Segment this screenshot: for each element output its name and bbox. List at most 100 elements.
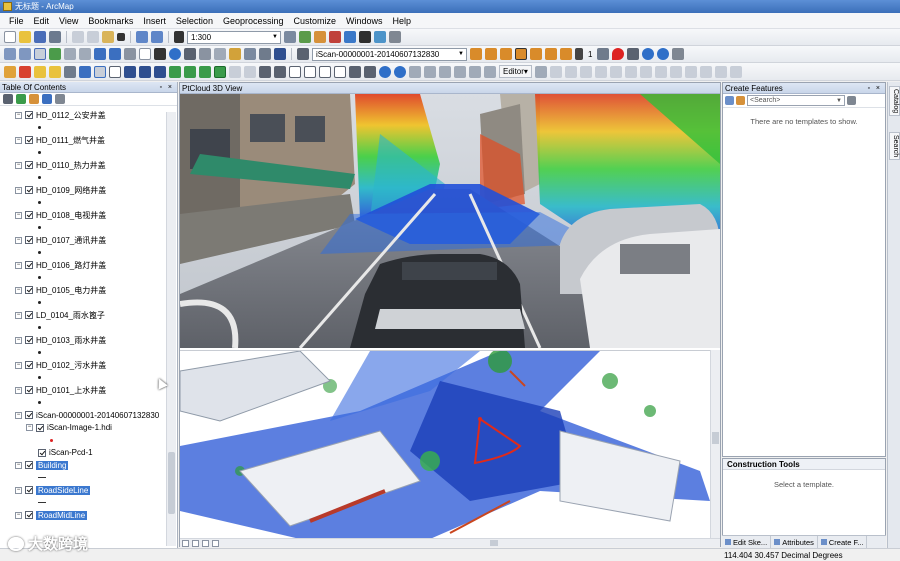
fixed-zoom-out-icon[interactable] [79,48,91,60]
select-elements-icon[interactable] [154,48,166,60]
menu-view[interactable]: View [54,16,83,26]
add-polygon-icon[interactable] [34,65,46,78]
layer-item[interactable]: − HD_0102_污水井盖 [0,359,177,372]
full-extent-icon[interactable] [49,48,61,60]
trace-icon[interactable] [594,65,607,78]
table-grid-icon[interactable] [199,65,211,78]
save-icon[interactable] [34,31,46,43]
image-layer-item[interactable]: − iScan-Image-1.hdi [0,422,177,435]
menu-edit[interactable]: Edit [29,16,55,26]
layer-item[interactable]: − LD_0104_雨水篦子 [0,309,177,322]
layer-checkbox[interactable] [25,336,33,345]
disabled-tool-icon[interactable] [229,65,241,78]
layer-item[interactable]: − HD_0112_公安井盖 [0,109,177,122]
layer-item[interactable]: − HD_0109_网络井盖 [0,184,177,197]
back-extent-icon[interactable] [94,48,106,60]
point-cloud-top-view[interactable] [180,350,710,538]
cut-icon[interactable] [72,31,84,43]
create-features-icon[interactable] [729,65,742,78]
roadmidline-layer-item[interactable]: − RoadMidLine [0,509,177,522]
scan-layer-select[interactable]: iScan-00000001-20140607132830 ▼ [312,47,467,61]
collapse-icon[interactable]: − [15,111,22,119]
next-frame-icon[interactable] [545,48,557,60]
layer-item[interactable]: − HD_0108_电视井盖 [0,209,177,222]
layer-item[interactable]: − HD_0111_燃气井盖 [0,134,177,147]
tab-attributes[interactable]: Attributes [771,536,818,548]
view-scroll-thumb[interactable] [712,432,719,444]
grid-icon[interactable] [184,65,196,78]
street-panorama-image[interactable] [180,94,720,348]
filter-icon[interactable] [736,96,745,105]
pause-icon[interactable] [212,539,219,547]
map-scale-select[interactable]: 1:300 ▼ [187,30,281,44]
layer-checkbox[interactable] [25,411,33,420]
layer-item[interactable]: − HD_0110_热力井盖 [0,159,177,172]
fly-icon[interactable] [484,65,496,78]
menu-customize[interactable]: Customize [289,16,342,26]
delete-icon[interactable] [117,33,125,41]
find-binoculars-icon[interactable] [184,48,196,60]
target-icon[interactable] [627,48,640,60]
end-point-arc-icon[interactable] [579,65,592,78]
layer-checkbox[interactable] [38,448,46,457]
list-by-drawing-order-icon[interactable] [3,94,13,104]
scan-group-layer[interactable]: − iScan-00000001-20140607132830 [0,409,177,422]
menu-windows[interactable]: Windows [341,16,388,26]
html-popup-icon[interactable] [244,48,256,60]
collapse-icon[interactable]: − [15,411,22,419]
editor-menu-button[interactable]: Editor▾ [499,65,532,78]
collapse-icon[interactable]: − [15,136,22,144]
edit-tool-icon[interactable] [534,65,547,78]
select-box-icon[interactable] [79,65,91,78]
rotate-icon[interactable] [454,65,466,78]
layer-item[interactable]: − HD_0103_雨水井盖 [0,334,177,347]
go-to-xy-icon[interactable] [199,48,211,60]
frame-forward-icon[interactable] [139,65,151,78]
search-side-tab[interactable]: Search [889,132,900,161]
last-frame-icon[interactable] [560,48,572,60]
template-options-icon[interactable] [847,96,856,105]
frame-tool-icon[interactable] [597,48,610,60]
grid-snap-icon[interactable] [334,65,346,78]
time-slider-icon[interactable] [259,48,271,60]
select-by-polygon-icon[interactable] [94,65,106,78]
disabled-tool-icon[interactable] [244,65,256,78]
dropdown-icon[interactable] [64,65,76,78]
layer-checkbox[interactable] [25,111,33,120]
table-of-contents-icon[interactable] [299,31,311,43]
layer-checkbox[interactable] [25,161,33,170]
toolbar-options-icon[interactable] [389,31,401,43]
refresh-view-icon[interactable] [439,65,451,78]
collapse-icon[interactable]: − [15,236,22,244]
split-icon[interactable] [669,65,682,78]
roadsideline-layer-item[interactable]: − RoadSideLine [0,484,177,497]
layer-checkbox[interactable] [25,211,33,220]
collapse-icon[interactable]: − [15,161,22,169]
collapse-icon[interactable]: − [15,211,22,219]
collapse-icon[interactable]: − [15,386,22,394]
search-window-icon[interactable] [329,31,341,43]
layer-item[interactable]: − HD_0107_通讯井盖 [0,234,177,247]
open-folder-icon[interactable] [19,31,31,43]
extract-grid-icon[interactable] [214,65,226,78]
data-view-icon[interactable] [192,539,199,547]
toc-options-icon[interactable] [55,94,65,104]
editor-toolbar-icon[interactable] [284,31,296,43]
undo-icon[interactable] [136,31,148,43]
collapse-icon[interactable]: − [15,286,22,294]
menu-file[interactable]: File [4,16,29,26]
location-pin-icon[interactable] [612,48,625,60]
list-by-visibility-icon[interactable] [29,94,39,104]
point-tool-icon[interactable] [609,65,622,78]
layer-checkbox[interactable] [25,286,33,295]
add-rectangle-icon[interactable] [49,65,61,78]
collapse-icon[interactable]: − [15,336,22,344]
add-point-icon[interactable] [4,65,16,78]
fixed-zoom-in-icon[interactable] [64,48,76,60]
pcd-layer-item[interactable]: iScan-Pcd-1 [0,447,177,460]
settings-icon[interactable] [575,48,583,60]
collapse-icon[interactable]: − [15,186,22,194]
layer-checkbox[interactable] [25,136,33,145]
dimension-icon[interactable] [304,65,316,78]
list-by-source-icon[interactable] [16,94,26,104]
